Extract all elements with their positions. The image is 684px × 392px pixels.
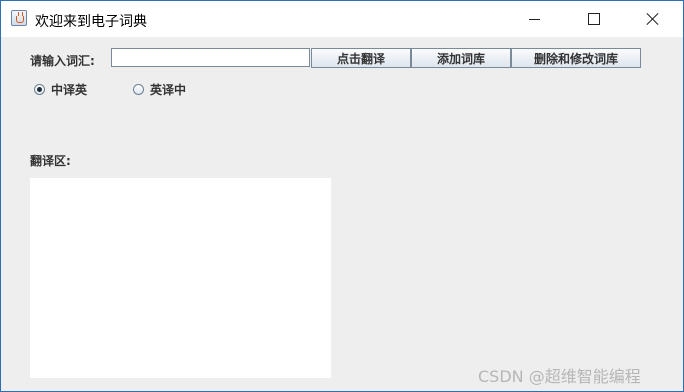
radio-unchecked-icon — [133, 84, 144, 95]
maximize-icon — [588, 13, 600, 25]
minimize-button[interactable] — [511, 1, 557, 37]
add-to-dictionary-button[interactable]: 添加词库 — [411, 48, 511, 68]
watermark-text: CSDN @超维智能编程 — [478, 367, 641, 386]
title-bar: 欢迎来到电子词典 — [1, 1, 683, 37]
app-window: 欢迎来到电子词典 请输入词汇: 点击翻译 添加词库 删除和修改词库 中译英 英译… — [1, 1, 683, 391]
radio-checked-icon — [34, 84, 45, 95]
radio-label-chinese-to-english: 中译英 — [51, 83, 88, 97]
close-icon — [646, 12, 660, 26]
maximize-button[interactable] — [571, 1, 617, 37]
translation-area-label: 翻译区: — [30, 154, 71, 168]
delete-modify-dictionary-button[interactable]: 删除和修改词库 — [511, 48, 641, 68]
minimize-icon — [528, 18, 540, 20]
translation-output-area[interactable] — [30, 178, 331, 378]
window-title: 欢迎来到电子词典 — [35, 14, 147, 30]
word-input-label: 请输入词汇: — [30, 54, 95, 68]
close-button[interactable] — [630, 1, 676, 37]
radio-english-to-chinese[interactable]: 英译中 — [133, 81, 186, 98]
word-input[interactable] — [111, 48, 310, 67]
radio-chinese-to-english[interactable]: 中译英 — [34, 81, 87, 98]
radio-label-english-to-chinese: 英译中 — [150, 83, 187, 97]
translate-button[interactable]: 点击翻译 — [311, 48, 411, 68]
java-cup-icon — [11, 10, 27, 26]
